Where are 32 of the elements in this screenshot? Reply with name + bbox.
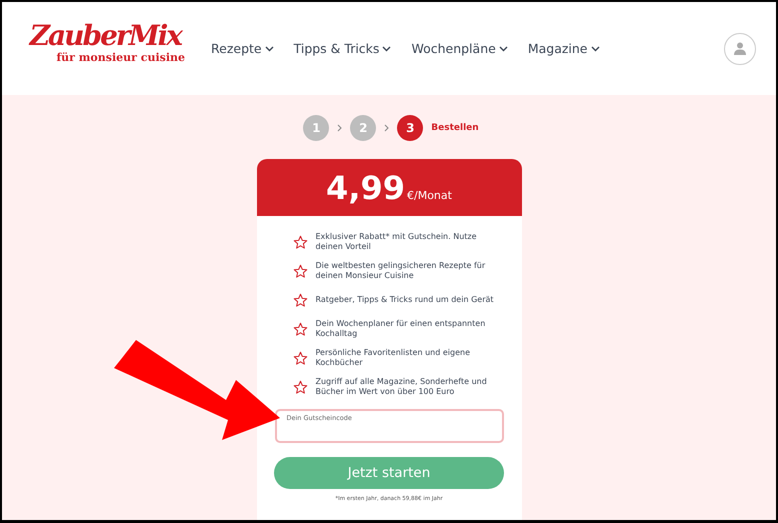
step-indicator: 3 [397,115,424,141]
logo-name[interactable]: ZauberMix [30,21,185,52]
step-indicator: 1 [303,115,330,141]
star-icon [292,264,308,278]
price-unit: €/Monat [407,189,452,202]
feature-text: Ratgeber, Tipps & Tricks rund um dein Gerät [316,295,494,305]
feature-text: Exklusiver Rabatt* mit Gutschein. Nutze deinen Vorteil [316,232,478,252]
star-icon [292,380,308,394]
caret-icon [498,46,508,52]
logo-tagline: für monsieur cuisine [56,50,185,64]
chevron-icon [384,124,390,132]
nav-menu-item[interactable]: Rezepte [211,41,274,56]
feature-text: Persönliche Favoritenlisten und eigene Kochbücher [316,348,471,368]
price-amount: 4,99 [326,172,405,204]
feature-text: Dein Wochenplaner für einen entspannten Kochalltag [316,319,486,339]
nav-menu-item[interactable]: Tipps & Tricks [294,41,392,56]
account-button[interactable] [724,32,756,64]
nav-menu-item[interactable]: Magazine [528,41,600,56]
user-icon [734,42,746,55]
feature-text: Zugriff auf alle Magazine, Sonderhefte und Bücher im Wert von über 100 Euro [316,377,488,397]
feature-text: Die weltbesten gelingsicheren Rezepte für deinen Monsieur Cuisine [316,261,486,281]
caret-icon [590,46,600,52]
star-icon [292,350,308,366]
chevron-icon [337,124,342,132]
star-icon [292,292,308,308]
caret-icon [264,46,274,52]
star-icon [292,322,308,336]
step-indicator: 2 [350,115,376,141]
step-label: Bestellen [431,123,479,133]
star-icon [292,234,308,250]
caret-icon [382,46,392,52]
nav-menu-item[interactable]: Wochenpläne [411,41,508,56]
